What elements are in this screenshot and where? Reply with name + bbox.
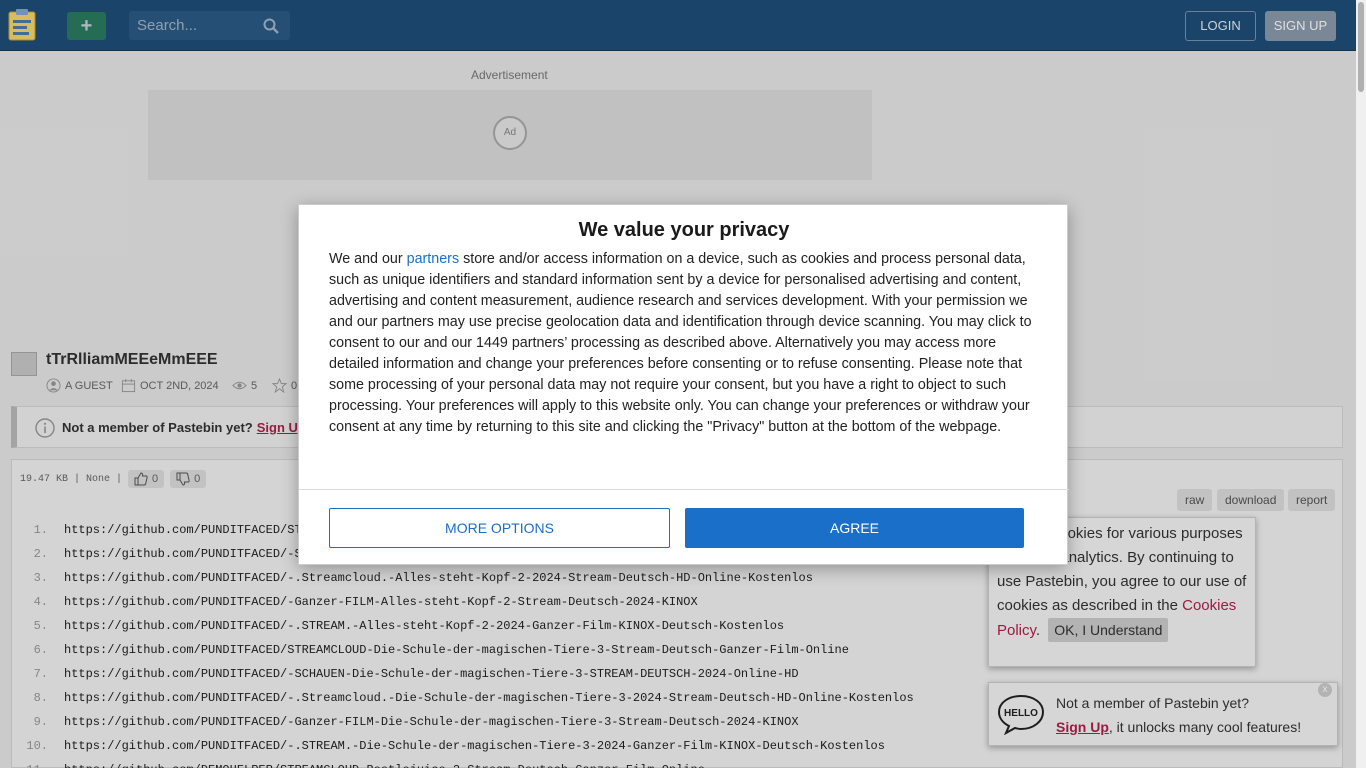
agree-button[interactable]: AGREE <box>685 508 1024 548</box>
modal-divider <box>299 489 1069 490</box>
page-scrollbar[interactable] <box>1356 0 1366 768</box>
consent-body-rest: store and/or access information on a dev… <box>329 251 1032 435</box>
partners-link[interactable]: partners <box>407 251 459 267</box>
consent-body-start: We and our <box>329 251 403 267</box>
scrollbar-thumb[interactable] <box>1358 2 1364 92</box>
privacy-consent-modal: We value your privacy We and our partner… <box>298 204 1069 565</box>
consent-title: We value your privacy <box>578 219 790 241</box>
more-options-button[interactable]: MORE OPTIONS <box>329 508 670 548</box>
consent-body: We and our partners store and/or access … <box>329 249 1041 438</box>
